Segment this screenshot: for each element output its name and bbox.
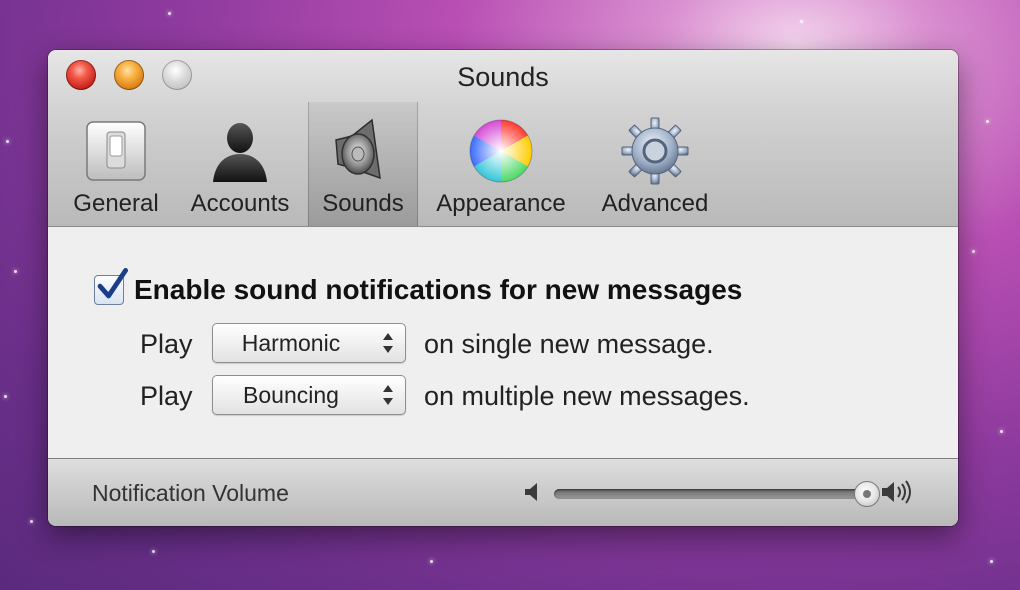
enable-sound-label[interactable]: Enable sound notifications for new messa… [134, 274, 742, 306]
toolbar-label-general: General [73, 190, 159, 217]
toolbar-label-sounds: Sounds [322, 190, 404, 217]
switch-icon [86, 121, 146, 181]
notification-volume-label: Notification Volume [92, 480, 289, 506]
toolbar-item-advanced[interactable]: Advanced [588, 102, 722, 226]
updown-arrows-icon [383, 385, 393, 405]
toolbar-label-appearance: Appearance [436, 190, 566, 217]
volume-slider-track[interactable] [554, 489, 866, 499]
multiple-sound-popup[interactable]: Bouncing [212, 375, 406, 415]
preferences-window: Sounds General Accounts Sounds Appearanc… [48, 50, 958, 526]
volume-slider-knob[interactable] [854, 481, 880, 507]
checkmark-icon [97, 268, 128, 299]
toolbar-item-accounts[interactable]: Accounts [180, 102, 300, 226]
toolbar-item-sounds[interactable]: Sounds [308, 102, 418, 226]
multiple-sound-suffix: on multiple new messages. [424, 381, 750, 411]
single-sound-value: Harmonic [241, 330, 341, 356]
enable-sound-checkbox[interactable] [94, 268, 128, 305]
speaker-icon [335, 118, 381, 180]
sounds-pane: Enable sound notifications for new messa… [48, 227, 958, 458]
titlebar: Sounds General Accounts Sounds Appearanc… [48, 50, 958, 227]
toolbar-label-accounts: Accounts [190, 190, 290, 217]
single-sound-suffix: on single new message. [424, 329, 714, 359]
toolbar-item-appearance[interactable]: Appearance [426, 102, 576, 226]
window-title: Sounds [457, 62, 549, 92]
toolbar-item-general[interactable]: General [62, 102, 170, 226]
play-label-multiple: Play [140, 381, 193, 411]
play-label-single: Play [140, 329, 193, 359]
person-silhouette-icon [213, 123, 267, 182]
volume-bar: Notification Volume [48, 458, 958, 526]
gear-icon [621, 117, 689, 185]
multiple-sound-value: Bouncing [243, 382, 339, 408]
speaker-high-icon[interactable] [880, 479, 916, 505]
updown-arrows-icon [383, 333, 393, 353]
speaker-low-icon[interactable] [523, 481, 545, 503]
color-wheel-icon [469, 119, 533, 183]
single-sound-popup[interactable]: Harmonic [212, 323, 406, 363]
toolbar-label-advanced: Advanced [601, 190, 709, 217]
